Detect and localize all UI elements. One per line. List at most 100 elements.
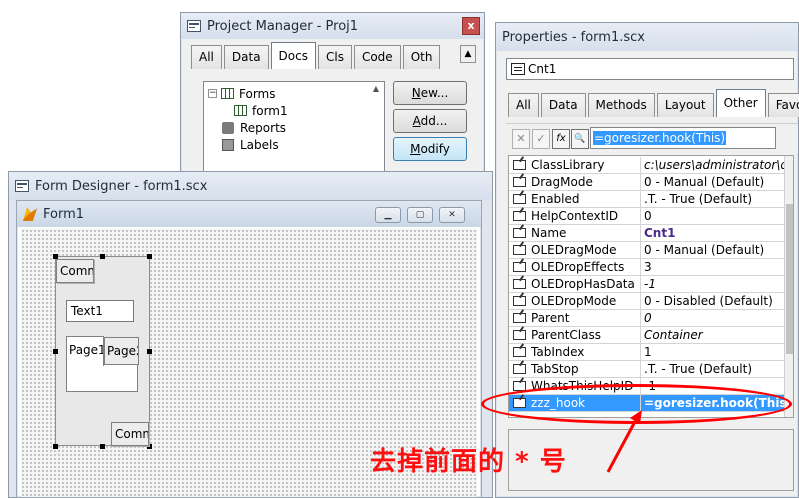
property-icon [512,160,526,170]
property-row[interactable]: HelpContextID 0 [509,208,789,225]
tab-layout[interactable]: Layout [656,93,714,117]
scrollbar-thumb[interactable] [786,204,793,354]
property-tabs: All Data Methods Layout Other Favorites [508,89,799,117]
property-value[interactable]: 0 [641,208,789,224]
object-selector[interactable]: Cnt1 [506,58,794,80]
property-icon [512,245,526,255]
labels-icon [222,138,234,151]
property-value[interactable]: Container [641,327,789,343]
tree-item-forms[interactable]: − Forms [208,85,380,102]
tab-oth[interactable]: Oth [402,45,441,69]
project-manager-titlebar[interactable]: Project Manager - Proj1 [181,13,484,39]
properties-titlebar[interactable]: Properties - form1.scx [496,23,798,51]
tree-item-label: Reports [240,120,287,135]
property-row[interactable]: OLEDragMode 0 - Manual (Default) [509,242,789,259]
property-icon [512,177,526,187]
property-icon-cell [509,276,529,292]
property-value[interactable]: 1 [641,344,789,360]
tab-cls[interactable]: Cls [317,45,352,69]
collapse-arrow-icon[interactable]: ▲ [460,45,476,63]
tree-item-labels[interactable]: Labels [208,136,380,153]
property-icon-cell [509,327,529,343]
property-icon [512,211,526,221]
pageframe-page[interactable] [66,362,138,392]
tab-favorites[interactable]: Favorites [767,93,799,117]
tab-code[interactable]: Code [353,45,401,69]
resize-handle[interactable] [147,254,152,259]
property-icon-cell [509,208,529,224]
cancel-icon[interactable]: ✕ [512,129,530,149]
tab-other[interactable]: Other [715,89,766,117]
property-icon [512,279,526,289]
property-icon-cell [509,191,529,207]
property-row[interactable]: DragMode 0 - Manual (Default) [509,174,789,191]
property-value[interactable]: 0 - Disabled (Default) [641,293,789,309]
property-name: Parent [529,310,641,326]
page1-tab[interactable]: Page1 [66,336,104,366]
resize-handle[interactable] [100,444,105,449]
property-row[interactable]: OLEDropMode 0 - Disabled (Default) [509,293,789,310]
property-icon [512,262,526,272]
property-row[interactable]: ClassLibrary c:\users\administrator\des [509,157,789,174]
maximize-icon[interactable]: ▢ [407,207,433,223]
form-designer-icon [15,180,29,192]
page2-tab[interactable]: Page2 [104,337,139,365]
property-value[interactable]: 3 [641,259,789,275]
command1-button[interactable]: Comm [56,259,94,283]
property-name: Name [529,225,641,241]
property-value[interactable]: -1 [641,276,789,292]
property-value[interactable]: .T. - True (Default) [641,191,789,207]
property-row[interactable]: TabStop .T. - True (Default) [509,361,789,378]
resize-handle[interactable] [100,254,105,259]
add-button[interactable]: Add... [393,109,467,133]
resize-handle[interactable] [53,444,58,449]
tree-scroll-up-icon[interactable]: ▲ [370,84,382,96]
function-icon[interactable]: fx [552,129,570,149]
form1-title: Form1 [43,206,85,222]
property-row[interactable]: OLEDropHasData -1 [509,276,789,293]
accept-icon[interactable]: ✓ [532,129,550,149]
property-value[interactable]: 0 - Manual (Default) [641,174,789,190]
zoom-icon[interactable]: 🔍 [571,129,589,149]
property-value[interactable]: Cnt1 [641,225,789,241]
tab-data[interactable]: Data [540,93,586,117]
property-row[interactable]: OLEDropEffects 3 [509,259,789,276]
command2-button[interactable]: Comm [111,422,149,446]
collapse-icon[interactable]: − [208,89,217,98]
resize-handle[interactable] [53,349,58,354]
property-row[interactable]: Name Cnt1 [509,225,789,242]
property-value[interactable]: 0 [641,310,789,326]
property-row[interactable]: Parent 0 [509,310,789,327]
tree-item-form1[interactable]: form1 [208,102,380,119]
property-row[interactable]: ParentClass Container [509,327,789,344]
tab-methods[interactable]: Methods [587,93,655,117]
property-value[interactable]: c:\users\administrator\des [641,157,789,173]
property-icon-cell [509,310,529,326]
new-button[interactable]: New... [393,81,467,105]
form-designer-titlebar[interactable]: Form Designer - form1.scx [9,172,492,200]
object-name: Cnt1 [528,62,557,76]
property-name: DragMode [529,174,641,190]
property-row[interactable]: Enabled .T. - True (Default) [509,191,789,208]
property-value-input[interactable]: =goresizer.hook(This) [590,127,776,149]
property-name: Enabled [529,191,641,207]
property-value[interactable]: 0 - Manual (Default) [641,242,789,258]
property-row[interactable]: TabIndex 1 [509,344,789,361]
form-designer-title: Form Designer - form1.scx [35,178,208,194]
close-icon[interactable]: x [462,17,480,35]
tab-all[interactable]: All [191,45,222,69]
tree-item-reports[interactable]: Reports [208,119,380,136]
minimize-icon[interactable]: ▁ [375,207,401,223]
property-icon-cell [509,361,529,377]
tab-docs[interactable]: Docs [270,42,316,69]
property-value[interactable]: .T. - True (Default) [641,361,789,377]
resize-handle[interactable] [147,349,152,354]
close-icon[interactable]: ✕ [439,207,465,223]
property-icon-cell [509,225,529,241]
property-grid[interactable]: ClassLibrary c:\users\administrator\des Dr… [508,155,794,418]
modify-button[interactable]: Modify [393,137,467,161]
tab-all[interactable]: All [508,93,539,117]
grid-scrollbar[interactable] [784,156,793,417]
tab-data[interactable]: Data [223,45,269,69]
text1-textbox[interactable]: Text1 [66,300,134,322]
